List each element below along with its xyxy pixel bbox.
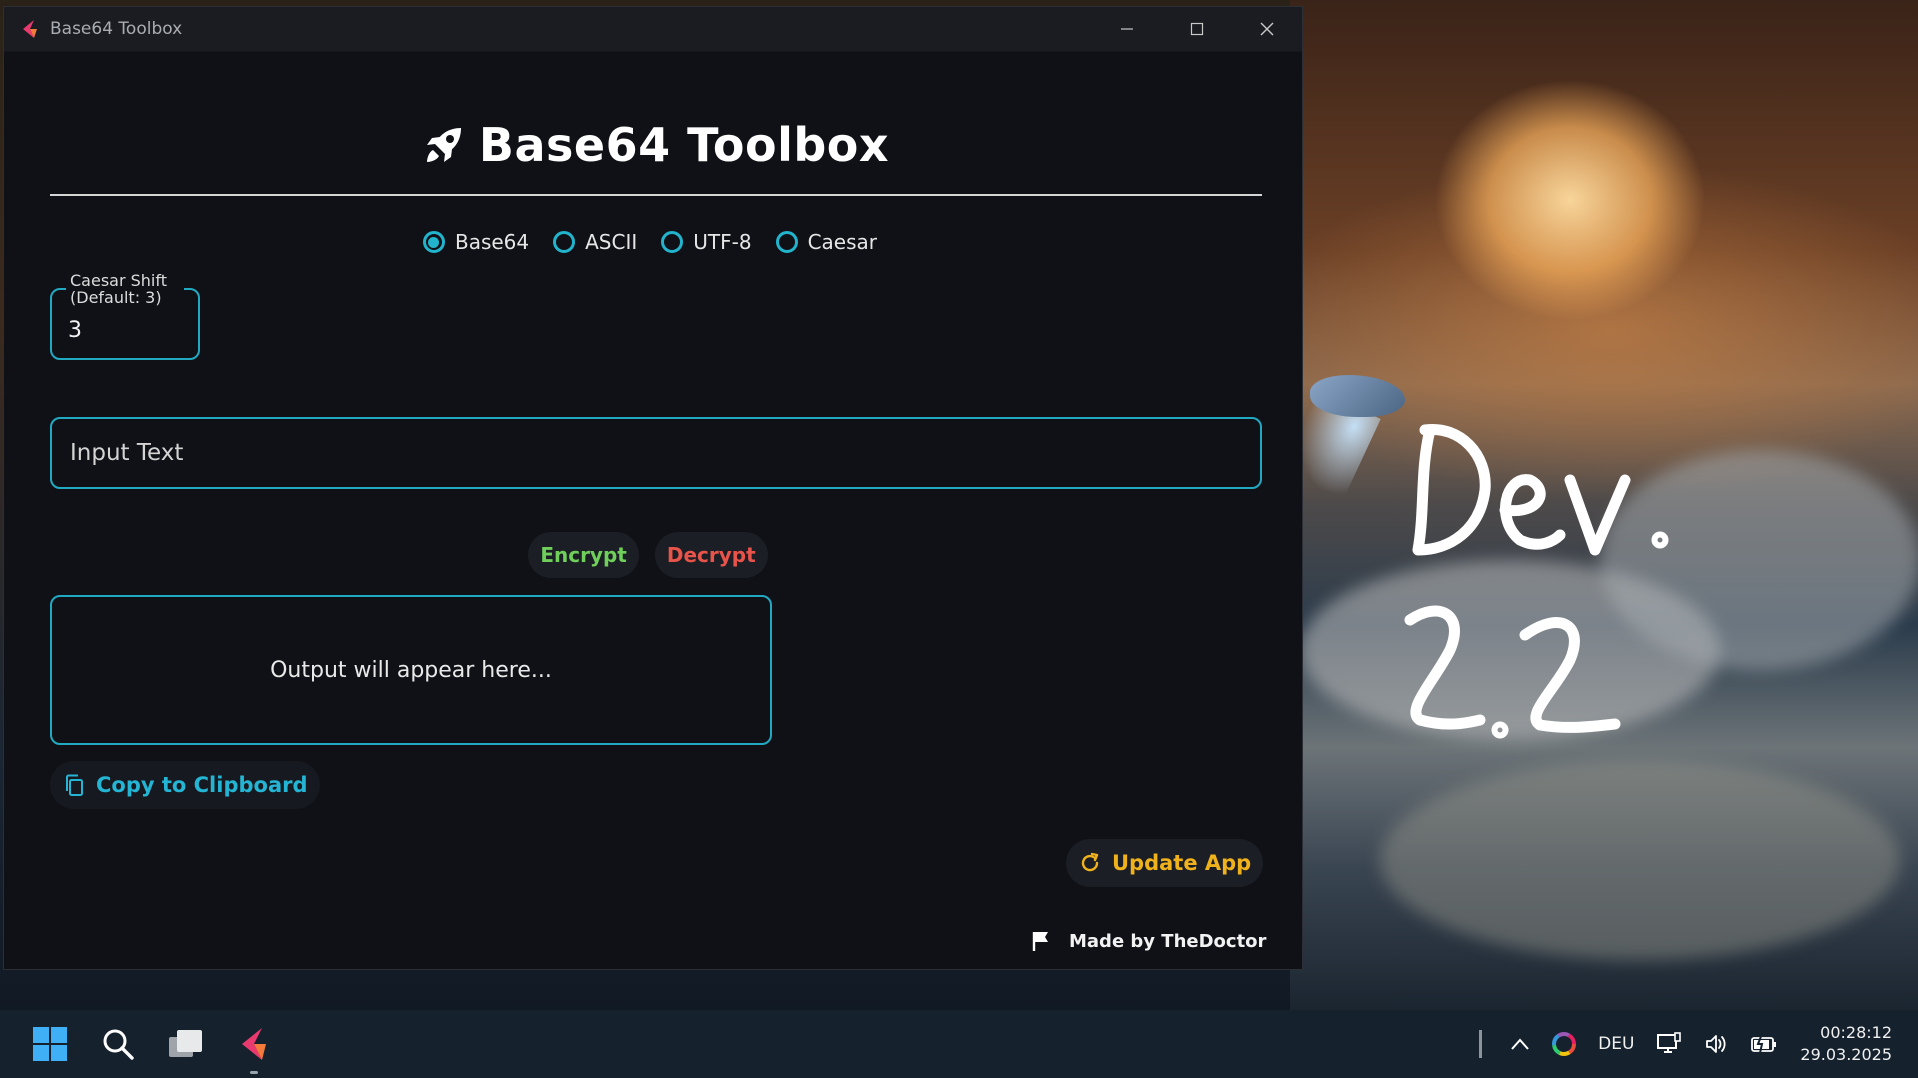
- footer-text: Made by TheDoctor: [1069, 930, 1267, 952]
- header-divider: [50, 194, 1262, 196]
- caesar-shift-value[interactable]: 3: [68, 318, 82, 343]
- radio-caesar-indicator[interactable]: [775, 231, 798, 253]
- volume-icon[interactable]: [1704, 1032, 1728, 1056]
- close-icon: [1260, 22, 1274, 36]
- action-buttons: Encrypt Decrypt: [0, 532, 1298, 578]
- input-text-placeholder: Input Text: [70, 440, 184, 466]
- minimize-icon: [1121, 28, 1133, 30]
- input-language-indicator[interactable]: DEU: [1598, 1034, 1634, 1054]
- update-button-label: Update App: [1112, 851, 1252, 875]
- caesar-shift-label-line1: Caesar Shift: [70, 271, 167, 290]
- decrypt-button[interactable]: Decrypt: [654, 532, 768, 578]
- caesar-shift-field[interactable]: Caesar Shift (Default: 3) 3: [50, 272, 200, 360]
- app-header: Base64 Toolbox: [50, 107, 1262, 183]
- radio-base64[interactable]: Base64: [422, 230, 530, 254]
- search-icon: [103, 1029, 134, 1060]
- taskbar: DEU 00:28:12 29.03.2025: [0, 1010, 1918, 1078]
- tray-separator: [1479, 1030, 1483, 1058]
- clock-time: 00:28:12: [1820, 1023, 1892, 1042]
- active-app-indicator: [250, 1071, 258, 1074]
- radio-ascii[interactable]: ASCII: [553, 230, 637, 254]
- radio-base64-indicator[interactable]: [422, 231, 445, 253]
- output-box[interactable]: Output will appear here...: [50, 595, 772, 745]
- caesar-shift-label: Caesar Shift (Default: 3): [66, 272, 184, 306]
- radio-caesar[interactable]: Caesar: [775, 230, 878, 254]
- copy-button-label: Copy to Clipboard: [96, 773, 308, 797]
- encoding-mode-group: Base64 ASCII UTF-8 Caesar: [0, 230, 1300, 254]
- app-window: Base64 Toolbox Base64 Toolbox Base64 ASC…: [3, 6, 1303, 970]
- windows-start-icon: [33, 1027, 67, 1061]
- flag-icon: [1032, 932, 1048, 951]
- input-text-field[interactable]: Input Text: [50, 417, 1262, 489]
- task-view-button[interactable]: [164, 1022, 208, 1066]
- radio-ascii-label: ASCII: [585, 230, 638, 254]
- radio-base64-label: Base64: [454, 230, 530, 254]
- taskbar-app-base64-toolbox[interactable]: [232, 1022, 276, 1074]
- app-logo-icon: [242, 1028, 266, 1060]
- network-icon[interactable]: [1656, 1032, 1682, 1056]
- output-placeholder: Output will appear here...: [270, 657, 552, 683]
- task-view-icon: [169, 1030, 202, 1057]
- handwritten-dev-note: [1404, 423, 1669, 739]
- start-button[interactable]: [28, 1022, 72, 1066]
- radio-utf8[interactable]: UTF-8: [661, 230, 752, 254]
- minimize-button[interactable]: [1092, 7, 1162, 51]
- footer-credit: Made by TheDoctor: [1031, 930, 1266, 952]
- app-content: Base64 Toolbox Base64 ASCII UTF-8 Caesar: [4, 52, 1302, 970]
- color-wheel-icon[interactable]: [1552, 1032, 1577, 1056]
- maximize-button[interactable]: [1162, 7, 1232, 51]
- app-logo-icon: [23, 20, 37, 38]
- update-app-button[interactable]: Update App: [1066, 839, 1264, 887]
- show-hidden-icons-chevron-up-icon[interactable]: [1510, 1037, 1530, 1051]
- copy-icon: [66, 774, 83, 796]
- encrypt-button[interactable]: Encrypt: [528, 532, 639, 578]
- caesar-shift-label-line2: (Default: 3): [70, 288, 162, 307]
- close-button[interactable]: [1232, 7, 1302, 51]
- rocket-icon: [426, 128, 461, 162]
- radio-ascii-indicator[interactable]: [553, 231, 576, 253]
- radio-utf8-label: UTF-8: [693, 230, 752, 254]
- wallpaper-cloud: [1380, 760, 1900, 960]
- radio-utf8-indicator[interactable]: [661, 231, 684, 253]
- taskbar-search-button[interactable]: [96, 1022, 140, 1066]
- radio-caesar-label: Caesar: [807, 230, 878, 254]
- clock-date: 29.03.2025: [1800, 1045, 1892, 1064]
- title-bar[interactable]: Base64 Toolbox: [4, 7, 1302, 52]
- battery-icon[interactable]: [1750, 1032, 1778, 1056]
- page-title: Base64 Toolbox: [478, 118, 890, 172]
- copy-to-clipboard-button[interactable]: Copy to Clipboard: [50, 761, 320, 809]
- maximize-icon: [1190, 22, 1204, 36]
- system-clock[interactable]: 00:28:12 29.03.2025: [1800, 1022, 1892, 1066]
- refresh-icon: [1081, 852, 1099, 872]
- window-title: Base64 Toolbox: [50, 19, 183, 39]
